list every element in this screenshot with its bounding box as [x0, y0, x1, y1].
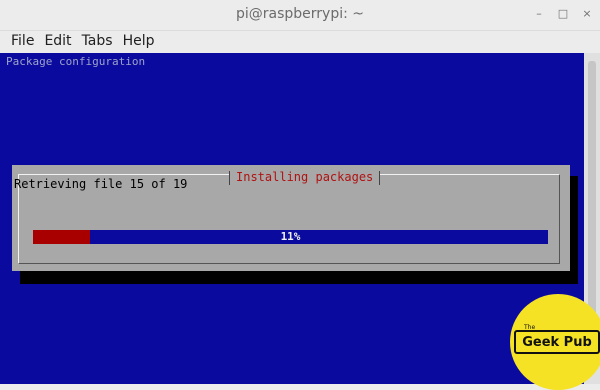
progress-bar: 11% [33, 230, 548, 244]
maximize-icon[interactable]: □ [556, 6, 570, 22]
window-title: pi@raspberrypi: ~ [235, 6, 365, 22]
dialog-title: Installing packages [229, 171, 381, 185]
minimize-icon[interactable]: – [532, 6, 546, 22]
logo-name-box: Geek Pub [514, 330, 600, 354]
title-bar: pi@raspberrypi: ~ – □ × [0, 0, 600, 31]
menu-help[interactable]: Help [118, 33, 160, 49]
package-configuration-header: Package configuration [6, 55, 146, 68]
menu-edit[interactable]: Edit [39, 33, 76, 49]
close-icon[interactable]: × [580, 6, 594, 22]
menu-bar: File Edit Tabs Help [0, 30, 600, 52]
dialog-message: Retrieving file 15 of 19 [14, 177, 188, 191]
progress-percent-label: 11% [280, 230, 301, 243]
geek-pub-logo: The Geek Pub [510, 294, 600, 390]
menu-file[interactable]: File [6, 33, 39, 49]
menu-tabs[interactable]: Tabs [77, 33, 118, 49]
window-controls: – □ × [532, 6, 594, 22]
